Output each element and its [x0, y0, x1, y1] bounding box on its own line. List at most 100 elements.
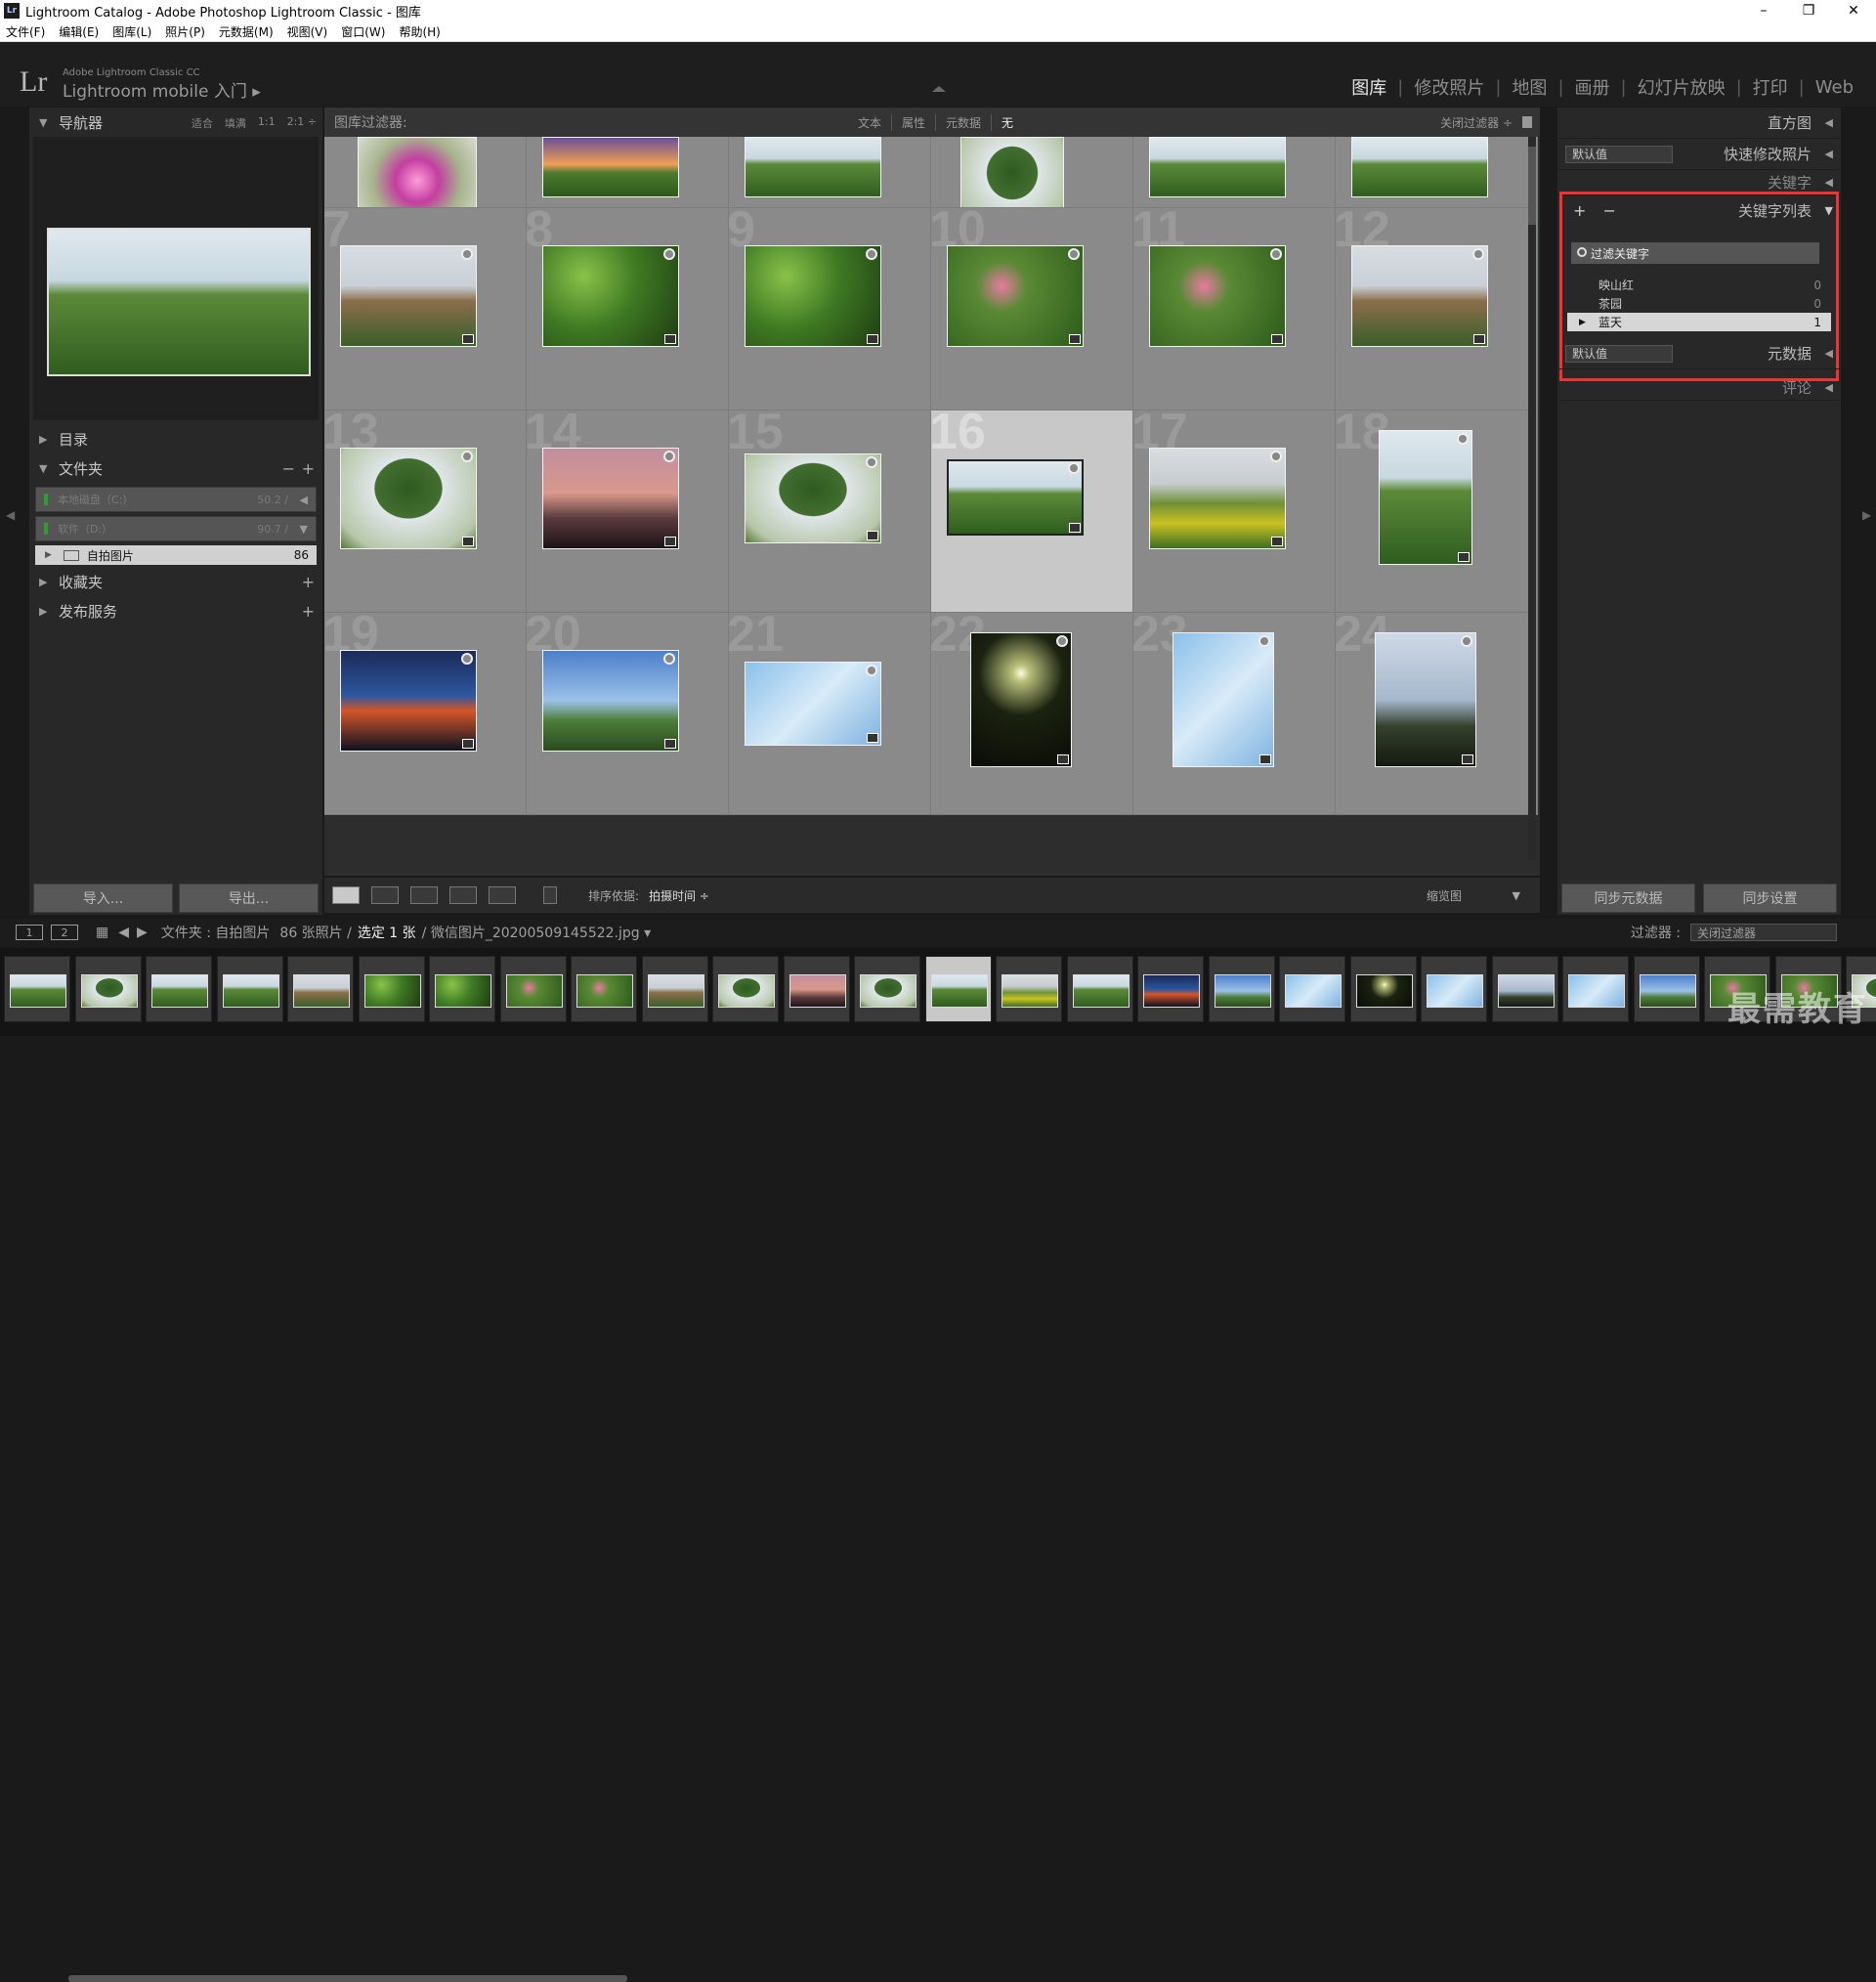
import-button[interactable]: 导入...: [33, 883, 173, 913]
photo-thumbnail[interactable]: [947, 245, 1084, 347]
preset-select[interactable]: 默认值: [1565, 146, 1673, 163]
filter-none[interactable]: 无: [992, 114, 1023, 131]
grid-cell[interactable]: [1133, 137, 1336, 208]
loupe-view-icon[interactable]: [371, 886, 399, 904]
quick-collection-icon[interactable]: [1068, 462, 1080, 474]
filmstrip-thumb[interactable]: [75, 956, 142, 1022]
grid-cell[interactable]: [324, 137, 527, 208]
module-book[interactable]: 画册: [1564, 74, 1621, 100]
photo-thumbnail[interactable]: [1149, 137, 1286, 197]
filmstrip-thumb[interactable]: [712, 956, 779, 1022]
filmstrip-thumb[interactable]: [784, 956, 850, 1022]
grid-view-icon[interactable]: [332, 886, 360, 904]
remove-folder-button[interactable]: −: [282, 459, 295, 478]
grid-cell[interactable]: 15: [729, 410, 931, 613]
grid-cell[interactable]: 10: [931, 208, 1133, 410]
filmstrip-thumb[interactable]: [571, 956, 637, 1022]
quick-collection-icon[interactable]: [461, 653, 473, 665]
photo-thumbnail[interactable]: [745, 245, 881, 347]
sync-settings-button[interactable]: 同步设置: [1703, 883, 1837, 913]
filmstrip-scrollbar[interactable]: [68, 1975, 627, 1982]
quick-collection-icon[interactable]: [663, 451, 675, 462]
grid-cell[interactable]: 23: [1133, 613, 1336, 815]
filmstrip-thumb[interactable]: [1209, 956, 1275, 1022]
close-button[interactable]: ✕: [1831, 0, 1876, 22]
keyword-item[interactable]: 茶园 0: [1567, 294, 1831, 313]
menu-help[interactable]: 帮助(H): [399, 23, 440, 40]
quick-collection-icon[interactable]: [1258, 635, 1270, 647]
grid-cell[interactable]: [729, 137, 931, 208]
filmstrip-thumb-selected[interactable]: [925, 956, 992, 1022]
grid-cell[interactable]: 11: [1133, 208, 1336, 410]
grid-cell[interactable]: 24: [1336, 613, 1538, 815]
quick-collection-icon[interactable]: [1472, 248, 1484, 260]
filmstrip-thumb[interactable]: [1350, 956, 1417, 1022]
filter-text[interactable]: 文本: [848, 114, 892, 131]
filmstrip-thumb[interactable]: [1137, 956, 1204, 1022]
filmstrip-thumb[interactable]: [1562, 956, 1629, 1022]
nav-fit[interactable]: 适合: [192, 115, 213, 131]
people-view-icon[interactable]: [489, 886, 516, 904]
quick-collection-icon[interactable]: [461, 248, 473, 260]
quick-collection-icon[interactable]: [1270, 451, 1282, 462]
photo-thumbnail[interactable]: [358, 137, 477, 208]
photo-thumbnail[interactable]: [745, 137, 881, 197]
grid-cell[interactable]: [1336, 137, 1538, 208]
grid-cell[interactable]: 17: [1133, 410, 1336, 613]
grid-cell[interactable]: 18: [1336, 410, 1538, 613]
filter-metadata[interactable]: 元数据: [936, 114, 992, 131]
module-map[interactable]: 地图: [1501, 74, 1557, 100]
filter-preset[interactable]: 关闭过滤器 ÷: [1440, 114, 1513, 131]
add-folder-button[interactable]: +: [302, 459, 315, 478]
secondary-window-button[interactable]: 2: [51, 925, 78, 940]
filmstrip-thumb[interactable]: [1421, 956, 1487, 1022]
grid-cell[interactable]: 12: [1336, 208, 1538, 410]
add-remove-keyword[interactable]: + −: [1573, 201, 1622, 220]
quick-collection-icon[interactable]: [866, 248, 877, 260]
add-publish-button[interactable]: +: [302, 602, 315, 621]
navigator-preview[interactable]: [33, 137, 319, 420]
metadata-header[interactable]: 默认值 元数据 ◀: [1557, 338, 1841, 369]
metadata-preset-select[interactable]: 默认值: [1565, 345, 1673, 363]
quick-collection-icon[interactable]: [1270, 248, 1282, 260]
collections-header[interactable]: ▶ 收藏夹 +: [29, 567, 322, 596]
photo-thumbnail[interactable]: [970, 632, 1072, 767]
histogram-header[interactable]: 直方图 ◀: [1557, 108, 1841, 139]
quick-develop-header[interactable]: 默认值 快速修改照片 ◀: [1557, 139, 1841, 170]
nav-2to1[interactable]: 2:1 ÷: [287, 115, 317, 131]
photo-thumbnail[interactable]: [340, 650, 477, 752]
quick-collection-icon[interactable]: [663, 248, 675, 260]
photo-thumbnail[interactable]: [1149, 245, 1286, 347]
grid-cell[interactable]: 9: [729, 208, 931, 410]
quick-collection-icon[interactable]: [866, 456, 877, 468]
quick-collection-icon[interactable]: [866, 665, 877, 676]
photo-thumbnail[interactable]: [745, 662, 881, 746]
catalog-header[interactable]: ▶ 目录: [29, 424, 322, 453]
navigator-header[interactable]: ▼ 导航器 适合 填满 1:1 2:1 ÷: [29, 108, 322, 137]
add-collection-button[interactable]: +: [302, 573, 315, 591]
filmstrip-thumb[interactable]: [4, 956, 70, 1022]
sync-metadata-button[interactable]: 同步元数据: [1561, 883, 1695, 913]
photo-thumbnail[interactable]: [1375, 632, 1476, 767]
right-panel-toggle-icon[interactable]: ▶: [1862, 508, 1871, 522]
module-slideshow[interactable]: 幻灯片放映: [1627, 74, 1736, 100]
menu-file[interactable]: 文件(F): [6, 23, 45, 40]
survey-view-icon[interactable]: [449, 886, 477, 904]
keyword-filter-input[interactable]: 过滤关键字: [1571, 242, 1819, 264]
photo-thumbnail[interactable]: [1172, 632, 1274, 767]
module-print[interactable]: 打印: [1742, 74, 1799, 100]
grid-cell[interactable]: [527, 137, 729, 208]
grid-scrollbar[interactable]: [1528, 137, 1536, 860]
grid-cell[interactable]: 20: [527, 613, 729, 815]
grid-cell-selected[interactable]: 16: [931, 410, 1133, 613]
filmstrip-thumb[interactable]: [854, 956, 920, 1022]
menu-library[interactable]: 图库(L): [112, 23, 151, 40]
grid-cell[interactable]: [931, 137, 1133, 208]
filmstrip-thumb[interactable]: [1492, 956, 1558, 1022]
grid-icon[interactable]: ▦: [96, 925, 108, 940]
module-web[interactable]: Web: [1805, 77, 1864, 98]
keyword-item-selected[interactable]: ▶ 蓝天 1: [1567, 313, 1831, 331]
thumbnail-size-slider[interactable]: 缩览图: [1427, 887, 1462, 904]
toolbar-menu-icon[interactable]: ▼: [1513, 889, 1520, 902]
menu-view[interactable]: 视图(V): [287, 23, 328, 40]
